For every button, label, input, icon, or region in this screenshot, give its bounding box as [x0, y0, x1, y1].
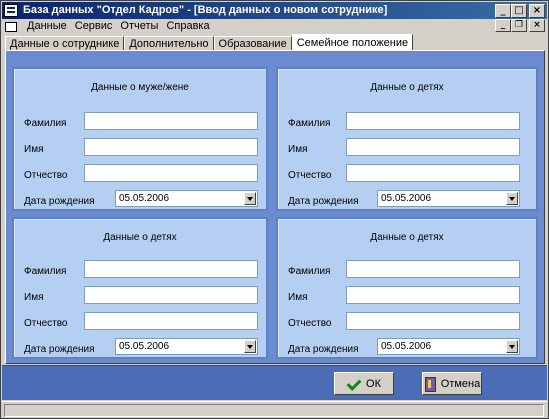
name-label: Имя: [24, 292, 44, 303]
surname-label: Фамилия: [24, 266, 67, 277]
name-input[interactable]: [84, 286, 258, 304]
birthdate-value: 05.05.2006: [381, 193, 432, 204]
cancel-button[interactable]: Отмена: [422, 372, 482, 395]
database-app-icon[interactable]: [4, 4, 18, 17]
group-title: Данные о детях: [103, 232, 177, 243]
window-controls: _ □ ×: [495, 4, 545, 18]
ok-label: ОК: [366, 377, 381, 390]
chevron-down-icon[interactable]: [244, 340, 256, 353]
group-title: Данные о детях: [370, 82, 444, 93]
birthdate-label: Дата рождения: [288, 196, 359, 207]
surname-label: Фамилия: [288, 118, 331, 129]
minimize-button[interactable]: _: [495, 4, 511, 18]
menu-reports[interactable]: Отчеты: [116, 20, 162, 32]
name-input[interactable]: [346, 138, 520, 156]
name-input[interactable]: [84, 138, 258, 156]
status-panel: [4, 404, 544, 417]
button-bar: ОК Отмена: [2, 365, 547, 400]
spouse-group: Данные о муже/жене Фамилия Имя Отчество …: [12, 67, 268, 211]
menu-data[interactable]: Данные: [23, 20, 71, 32]
birthdate-picker[interactable]: 05.05.2006: [115, 338, 258, 355]
surname-label: Фамилия: [24, 118, 67, 129]
birthdate-label: Дата рождения: [24, 344, 95, 355]
name-label: Имя: [288, 144, 308, 155]
child-close-button[interactable]: ×: [529, 19, 545, 32]
patronymic-input[interactable]: [84, 164, 258, 182]
status-bar: [2, 401, 547, 418]
birthdate-label: Дата рождения: [24, 196, 95, 207]
menu-bar: Данные Сервис Отчеты Справка _ ❐ ×: [2, 19, 547, 33]
chevron-down-icon[interactable]: [506, 192, 518, 205]
patronymic-input[interactable]: [346, 164, 520, 182]
surname-input[interactable]: [346, 112, 520, 130]
name-label: Имя: [288, 292, 308, 303]
birthdate-picker[interactable]: 05.05.2006: [115, 190, 258, 207]
birthdate-value: 05.05.2006: [381, 341, 432, 352]
children-group-3: Данные о детях Фамилия Имя Отчество Дата…: [276, 217, 538, 359]
surname-input[interactable]: [84, 260, 258, 278]
surname-input[interactable]: [84, 112, 258, 130]
birthdate-value: 05.05.2006: [119, 341, 170, 352]
group-title: Данные о муже/жене: [91, 82, 189, 93]
ok-button[interactable]: ОК: [334, 372, 394, 395]
patronymic-label: Отчество: [24, 170, 68, 181]
name-label: Имя: [24, 144, 44, 155]
tab-strip: Данные о сотруднике Дополнительно Образо…: [5, 34, 414, 51]
birthdate-label: Дата рождения: [288, 344, 359, 355]
children-group-2: Данные о детях Фамилия Имя Отчество Дата…: [12, 217, 268, 359]
patronymic-input[interactable]: [346, 312, 520, 330]
tab-family-status[interactable]: Семейное положение: [291, 34, 414, 51]
patronymic-label: Отчество: [288, 170, 332, 181]
birthdate-value: 05.05.2006: [119, 193, 170, 204]
surname-input[interactable]: [346, 260, 520, 278]
surname-label: Фамилия: [288, 266, 331, 277]
birthdate-picker[interactable]: 05.05.2006: [377, 190, 520, 207]
menu-service[interactable]: Сервис: [71, 20, 117, 32]
close-button[interactable]: ×: [529, 4, 545, 18]
exit-door-icon: [424, 376, 436, 392]
menu-help[interactable]: Справка: [162, 20, 213, 32]
chevron-down-icon[interactable]: [506, 340, 518, 353]
patronymic-label: Отчество: [24, 318, 68, 329]
document-window-icon[interactable]: [5, 21, 19, 32]
tab-education[interactable]: Образование: [213, 36, 292, 51]
child-minimize-button[interactable]: _: [495, 19, 511, 32]
tab-additional[interactable]: Дополнительно: [124, 36, 214, 51]
child-restore-button[interactable]: ❐: [511, 19, 527, 32]
patronymic-input[interactable]: [84, 312, 258, 330]
cancel-label: Отмена: [440, 377, 481, 390]
window-title: База данных "Отдел Кадров" - [Ввод данны…: [23, 4, 388, 16]
name-input[interactable]: [346, 286, 520, 304]
children-group-1: Данные о детях Фамилия Имя Отчество Дата…: [276, 67, 538, 211]
check-icon: [347, 377, 361, 391]
group-title: Данные о детях: [370, 232, 444, 243]
family-status-panel: Данные о муже/жене Фамилия Имя Отчество …: [5, 50, 545, 364]
title-bar[interactable]: База данных "Отдел Кадров" - [Ввод данны…: [2, 2, 547, 19]
maximize-button[interactable]: □: [511, 4, 527, 18]
tab-employee-data[interactable]: Данные о сотруднике: [5, 36, 125, 51]
chevron-down-icon[interactable]: [244, 192, 256, 205]
birthdate-picker[interactable]: 05.05.2006: [377, 338, 520, 355]
patronymic-label: Отчество: [288, 318, 332, 329]
main-window: База данных "Отдел Кадров" - [Ввод данны…: [0, 0, 549, 419]
child-window-controls: _ ❐ ×: [495, 19, 545, 32]
